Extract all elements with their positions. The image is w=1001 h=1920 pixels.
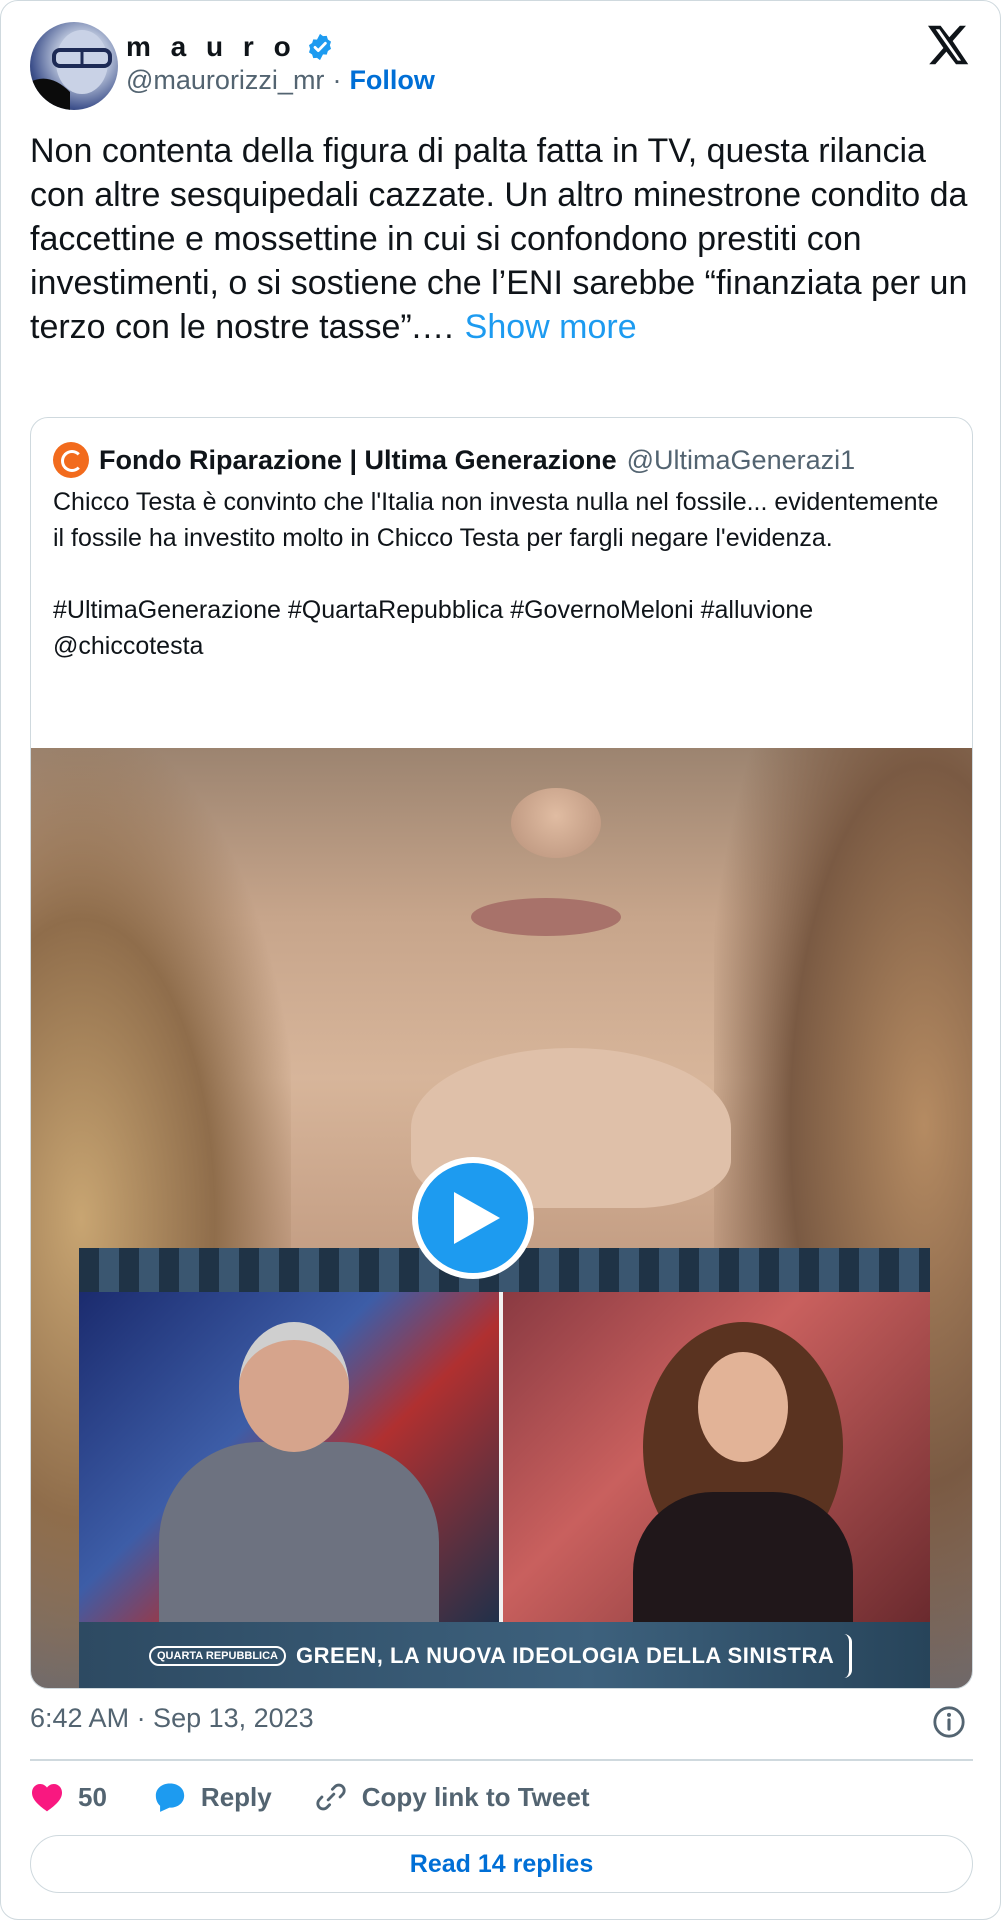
like-count: 50 — [78, 1781, 107, 1812]
reply-label: Reply — [200, 1781, 272, 1812]
quoted-tweet-text: Chicco Testa è convinto che l'Italia non… — [53, 488, 939, 660]
tv-left-panel — [79, 1292, 499, 1622]
footer-divider — [30, 1759, 973, 1761]
copy-link-label: Copy link to Tweet — [361, 1781, 590, 1812]
author-handle[interactable]: @maurorizzi_mr — [126, 65, 324, 96]
tv-chyron: QUARTA REPUBBLICA GREEN, LA NUOVA IDEOLO… — [79, 1622, 930, 1688]
quoted-author-name: Fondo Riparazione | Ultima Generazione — [99, 444, 617, 475]
guest-man-body — [159, 1442, 439, 1622]
tweet-actions: 50 Reply Copy link to Tweet — [30, 1777, 590, 1817]
chyron-headline: GREEN, LA NUOVA IDEOLOGIA DELLA SINISTRA — [296, 1643, 835, 1668]
author-handle-row: @maurorizzi_mr · Follow — [126, 65, 435, 96]
guest-woman-torso — [633, 1492, 853, 1622]
quoted-tweet-header: Fondo Riparazione | Ultima Generazione @… — [53, 440, 855, 480]
tweet-card: m a u r o @maurorizzi_mr · Follow Non co… — [0, 0, 1001, 1920]
tv-guest-man — [149, 1312, 449, 1622]
tweet-text: Non contenta della figura di palta fatta… — [30, 129, 970, 349]
read-replies-button[interactable]: Read 14 replies — [30, 1835, 973, 1893]
copy-link-button[interactable]: Copy link to Tweet — [314, 1780, 590, 1814]
author-name[interactable]: m a u r o — [126, 31, 297, 63]
tv-right-panel — [503, 1292, 930, 1622]
reply-bubble-icon — [155, 1783, 185, 1812]
tweet-timestamp[interactable]: 6:42 AM · Sep 13, 2023 — [30, 1703, 314, 1734]
heart-icon — [32, 1784, 62, 1812]
author-name-row: m a u r o — [126, 27, 335, 67]
like-button[interactable]: 50 — [30, 1782, 107, 1813]
handle-separator: · — [332, 65, 342, 95]
tv-guest-woman — [603, 1322, 883, 1622]
avatar-portrait — [30, 30, 112, 110]
follow-button[interactable]: Follow — [349, 65, 434, 96]
quoted-author-handle: @UltimaGenerazi1 — [626, 444, 856, 475]
info-icon[interactable] — [932, 1705, 966, 1739]
tv-clip-inset: QUARTA REPUBBLICA GREEN, LA NUOVA IDEOLO… — [79, 1248, 930, 1688]
author-avatar[interactable] — [30, 22, 118, 110]
show-more-link[interactable]: Show more — [465, 308, 637, 346]
thumbnail-face-lips — [471, 898, 621, 936]
guest-man-head — [239, 1322, 349, 1452]
chyron-bracket — [844, 1634, 853, 1678]
quoted-author-avatar — [53, 442, 89, 478]
chyron-show-badge: QUARTA REPUBBLICA — [149, 1646, 286, 1666]
verified-badge-icon — [308, 33, 331, 61]
guest-woman-face — [698, 1352, 788, 1462]
x-logo-icon[interactable] — [928, 25, 970, 65]
link-icon — [316, 1783, 346, 1811]
reply-button[interactable]: Reply — [153, 1781, 272, 1813]
quoted-tweet[interactable]: Fondo Riparazione | Ultima Generazione @… — [30, 417, 973, 1689]
play-icon — [454, 1192, 500, 1244]
thumbnail-face-nose — [511, 788, 601, 858]
play-video-button[interactable] — [412, 1157, 534, 1279]
